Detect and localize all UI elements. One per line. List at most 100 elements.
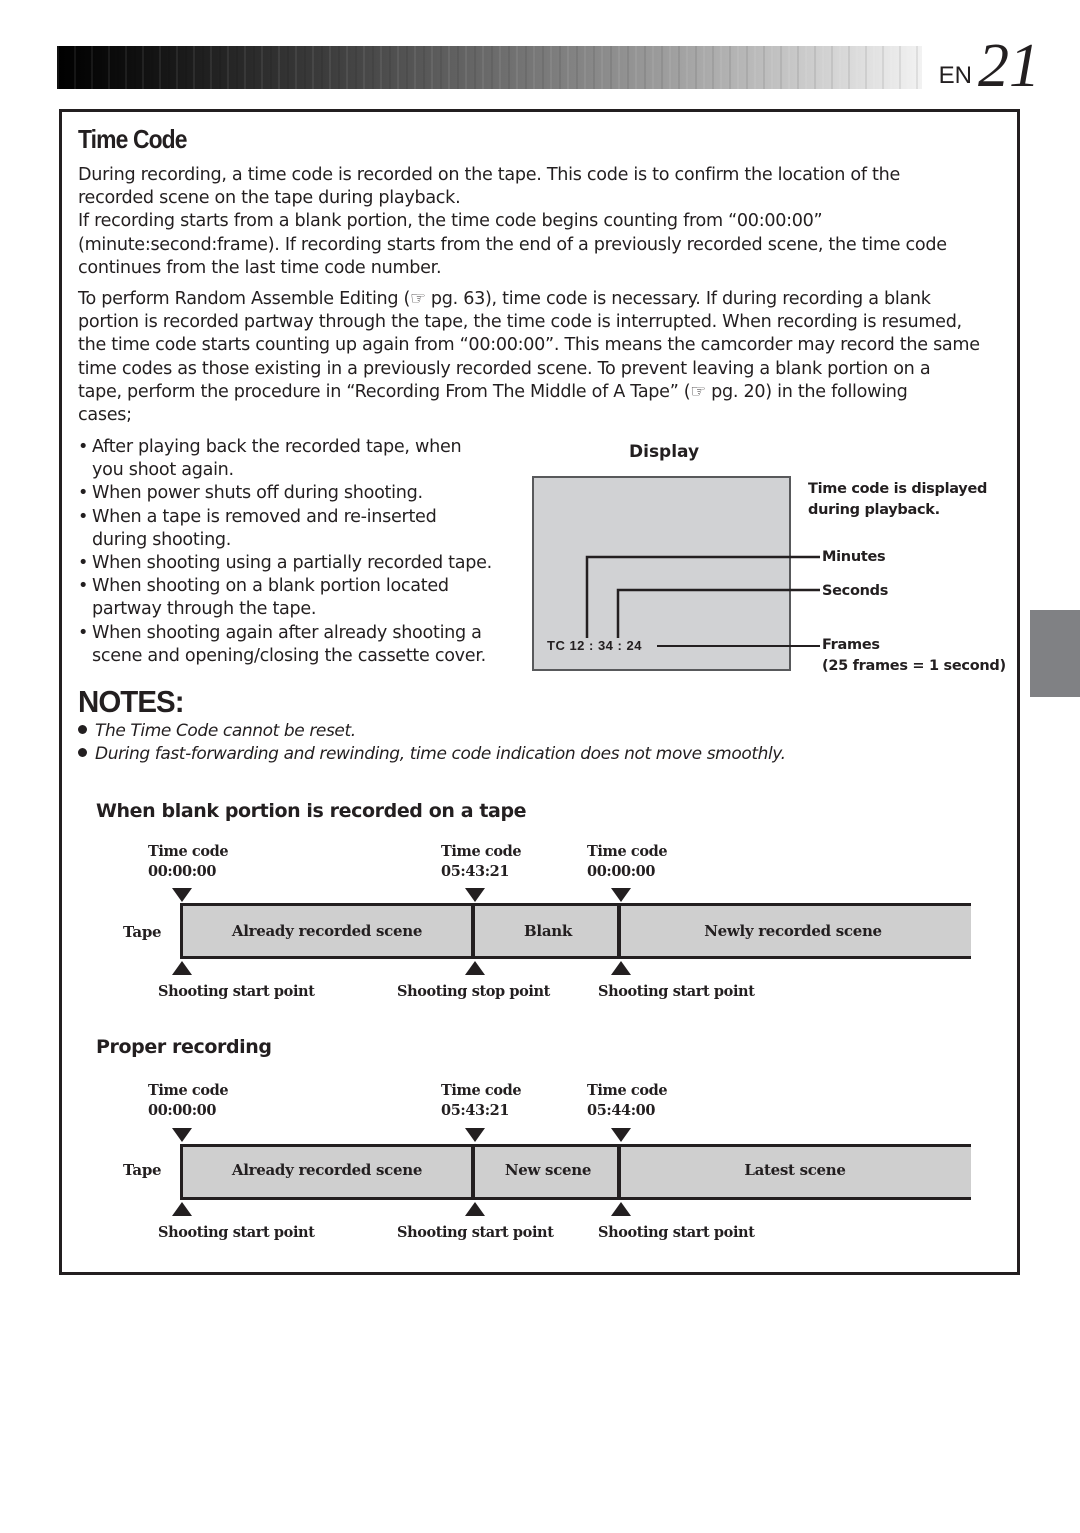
- note-text: The Time Code cannot be reset.: [95, 721, 356, 741]
- display-figure-title: Display: [629, 442, 700, 462]
- list-item: When shooting on a blank portion located…: [78, 575, 518, 621]
- shooting-point-label: Shooting start point: [158, 1224, 315, 1241]
- shooting-point-label: Shooting start point: [158, 983, 315, 1000]
- text-line: During recording, a time code is recorde…: [78, 165, 901, 185]
- timecode-marker-label: Time code 00:00:00: [148, 1081, 229, 1121]
- caption-line: Time code is displayed: [808, 481, 988, 497]
- section-side-tab: [1030, 610, 1080, 697]
- cases-list: After playing back the recorded tape, wh…: [78, 436, 518, 668]
- text-line: scene and opening/closing the cassette c…: [92, 645, 486, 666]
- tc-label-text: Time code: [148, 1082, 229, 1099]
- up-triangle-icon: [465, 961, 485, 975]
- up-triangle-icon: [465, 1202, 485, 1216]
- tape-segment-label: New scene: [504, 1161, 592, 1179]
- text-line: (minute:second:frame). If recording star…: [78, 234, 947, 255]
- tc-value: 05:43:21: [441, 1102, 510, 1119]
- note-item: During fast-forwarding and rewinding, ti…: [78, 744, 786, 764]
- header-gradient-bar: [57, 46, 922, 89]
- segment-divider: [617, 903, 621, 959]
- segment-divider: [617, 1144, 621, 1200]
- down-triangle-icon: [465, 1128, 485, 1142]
- text-line: time codes as those existing in a previo…: [78, 358, 931, 379]
- list-item: When power shuts off during shooting.: [78, 482, 518, 505]
- timecode-marker-label: Time code 00:00:00: [587, 842, 668, 882]
- page-number-value: 21: [978, 32, 1040, 100]
- segment-divider: [471, 1144, 475, 1200]
- text-line: When power shuts off during shooting.: [92, 483, 423, 504]
- diagram-title: When blank portion is recorded on a tape: [96, 800, 527, 822]
- shooting-point-label: Shooting start point: [598, 983, 755, 1000]
- tape-segment-label: Already recorded scene: [231, 1161, 423, 1179]
- up-triangle-icon: [172, 1202, 192, 1216]
- text-line: When shooting on a blank portion located: [92, 576, 449, 597]
- down-triangle-icon: [172, 888, 192, 902]
- down-triangle-icon: [611, 1128, 631, 1142]
- text-line: When a tape is removed and re-inserted: [92, 506, 437, 527]
- text-line: during shooting.: [92, 529, 232, 550]
- shooting-point-label: Shooting stop point: [397, 983, 550, 1000]
- text-line: recorded scene on the tape during playba…: [78, 188, 461, 209]
- seconds-label: Seconds: [822, 583, 889, 599]
- up-triangle-icon: [611, 961, 631, 975]
- text-line: tape, perform the procedure in “Recordin…: [78, 381, 908, 402]
- text-line: To perform Random Assemble Editing (☞ pg…: [78, 289, 931, 309]
- tc-label-text: Time code: [441, 1082, 522, 1099]
- header-stripes: [57, 46, 922, 89]
- timecode-marker-label: Time code 05:43:21: [441, 842, 522, 882]
- tape-segment-label: Already recorded scene: [231, 922, 423, 940]
- list-item: When shooting again after already shooti…: [78, 622, 518, 668]
- list-item: When a tape is removed and re-inserted d…: [78, 506, 518, 552]
- tape-segment-label: Newly recorded scene: [704, 922, 882, 940]
- down-triangle-icon: [611, 888, 631, 902]
- up-triangle-icon: [611, 1202, 631, 1216]
- text-line: When shooting again after already shooti…: [92, 622, 482, 643]
- note-item: The Time Code cannot be reset.: [78, 721, 356, 741]
- down-triangle-icon: [172, 1128, 192, 1142]
- timecode-marker-label: Time code 00:00:00: [148, 842, 229, 882]
- text-line: When shooting using a partially recorded…: [92, 553, 492, 574]
- display-caption: Time code is displayed during playback.: [808, 479, 987, 521]
- note-text: During fast-forwarding and rewinding, ti…: [95, 744, 786, 764]
- tc-value: 00:00:00: [148, 863, 217, 880]
- tc-value: 00:00:00: [148, 1102, 217, 1119]
- timecode-marker-label: Time code 05:43:21: [441, 1081, 522, 1121]
- frames-note: (25 frames = 1 second): [822, 658, 1006, 674]
- bullet-icon: [78, 747, 87, 757]
- text-line: the time code starts counting up again f…: [78, 335, 980, 356]
- minutes-label: Minutes: [822, 549, 886, 565]
- text-line: If recording starts from a blank portion…: [78, 211, 823, 232]
- text-line: partway through the tape.: [92, 599, 317, 620]
- list-item: After playing back the recorded tape, wh…: [78, 436, 518, 482]
- segment-divider: [471, 903, 475, 959]
- tc-value: 00:00:00: [587, 863, 656, 880]
- caption-line: during playback.: [808, 502, 940, 518]
- tc-value: 05:44:00: [587, 1102, 656, 1119]
- diagram-title: Proper recording: [96, 1036, 272, 1058]
- shooting-point-label: Shooting start point: [598, 1224, 755, 1241]
- tc-label-text: Time code: [441, 843, 522, 860]
- tape-label: Tape: [123, 1161, 162, 1179]
- text-line: cases;: [78, 405, 132, 426]
- intro-paragraph: During recording, a time code is recorde…: [78, 164, 1008, 280]
- bullet-icon: [78, 724, 87, 734]
- page-number: EN 21: [938, 32, 1040, 100]
- text-line: After playing back the recorded tape, wh…: [92, 437, 462, 457]
- text-line: you shoot again.: [92, 460, 234, 481]
- section-title: Time Code: [78, 124, 188, 154]
- tc-label-text: Time code: [587, 843, 668, 860]
- frames-label: Frames: [822, 637, 880, 653]
- language-label: EN: [938, 62, 972, 89]
- tc-label-text: Time code: [587, 1082, 668, 1099]
- shooting-point-label: Shooting start point: [397, 1224, 554, 1241]
- text-line: continues from the last time code number…: [78, 257, 442, 278]
- down-triangle-icon: [465, 888, 485, 902]
- editing-paragraph: To perform Random Assemble Editing (☞ pg…: [78, 288, 1008, 427]
- up-triangle-icon: [172, 961, 192, 975]
- tc-label-text: Time code: [148, 843, 229, 860]
- tape-segment-label: Latest scene: [744, 1161, 846, 1179]
- timecode-marker-label: Time code 05:44:00: [587, 1081, 668, 1121]
- tape-segment-label: Blank: [524, 922, 572, 940]
- tc-readout: TC 12 : 34 : 24: [547, 638, 642, 653]
- tc-value: 05:43:21: [441, 863, 510, 880]
- list-item: When shooting using a partially recorded…: [78, 552, 518, 575]
